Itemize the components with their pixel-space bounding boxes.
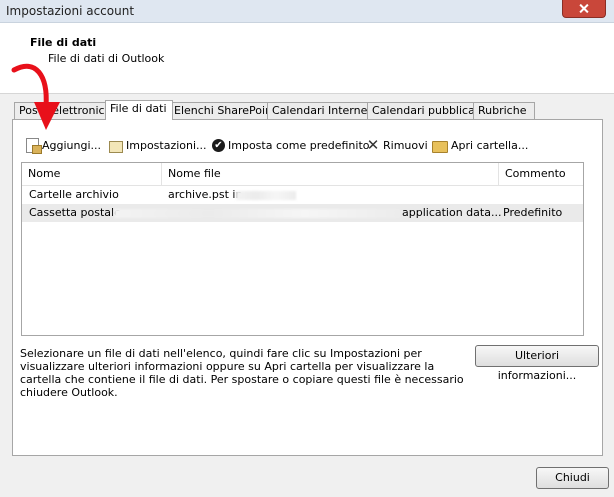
column-header-filename[interactable]: Nome file bbox=[162, 163, 499, 185]
open-folder-button[interactable]: Apri cartella... bbox=[432, 137, 528, 153]
table-row[interactable]: Cartelle archivio archive.pst in bbox=[22, 186, 583, 204]
data-files-list[interactable]: Nome Nome file Commento Cartelle archivi… bbox=[21, 162, 584, 336]
redacted-path bbox=[236, 191, 296, 200]
tab-calendari-internet[interactable]: Calendari Internet bbox=[267, 102, 372, 119]
settings-icon bbox=[109, 140, 123, 153]
tab-calendari-pubblicati[interactable]: Calendari pubblicati bbox=[367, 102, 482, 119]
window-close-button[interactable] bbox=[562, 0, 606, 18]
window-title: Impostazioni account bbox=[6, 4, 135, 18]
folder-icon bbox=[432, 140, 448, 153]
more-info-button[interactable]: Ulteriori informazioni... bbox=[475, 345, 599, 382]
row-name: Cartelle archivio bbox=[29, 188, 119, 201]
check-icon: ✔ bbox=[212, 138, 225, 152]
row-name: Cassetta postale bbox=[29, 206, 121, 219]
remove-button[interactable]: ✕ Rimuovi bbox=[366, 137, 428, 153]
tab-elenchi-sharepoint[interactable]: Elenchi SharePoint bbox=[169, 102, 276, 119]
tab-file-di-dati[interactable]: File di dati bbox=[105, 100, 173, 120]
set-default-button[interactable]: ✔ Imposta come predefinito bbox=[212, 137, 370, 153]
table-row[interactable]: Cassetta postale application data... Pre… bbox=[22, 204, 583, 222]
redacted-path bbox=[114, 209, 400, 218]
remove-icon: ✕ bbox=[366, 136, 380, 154]
column-header-comment[interactable]: Commento bbox=[499, 163, 583, 185]
remove-button-label: Rimuovi bbox=[383, 138, 428, 152]
row-file: archive.pst in bbox=[168, 188, 243, 201]
title-bar: Impostazioni account bbox=[0, 0, 614, 23]
open-folder-button-label: Apri cartella... bbox=[451, 138, 529, 152]
column-header-name[interactable]: Nome bbox=[22, 163, 162, 185]
header-title: File di dati bbox=[30, 36, 97, 49]
red-arrow-annotation bbox=[11, 63, 60, 130]
set-default-button-label: Imposta come predefinito bbox=[228, 138, 370, 152]
tab-rubriche[interactable]: Rubriche bbox=[473, 102, 535, 119]
close-button[interactable]: Chiudi bbox=[536, 467, 609, 489]
settings-button[interactable]: Impostazioni... bbox=[109, 137, 207, 153]
settings-button-label: Impostazioni... bbox=[126, 138, 207, 152]
info-text: Selezionare un file di dati nell'elenco,… bbox=[20, 347, 464, 399]
row-file: application data... bbox=[402, 206, 502, 219]
row-comment: Predefinito bbox=[503, 206, 563, 219]
